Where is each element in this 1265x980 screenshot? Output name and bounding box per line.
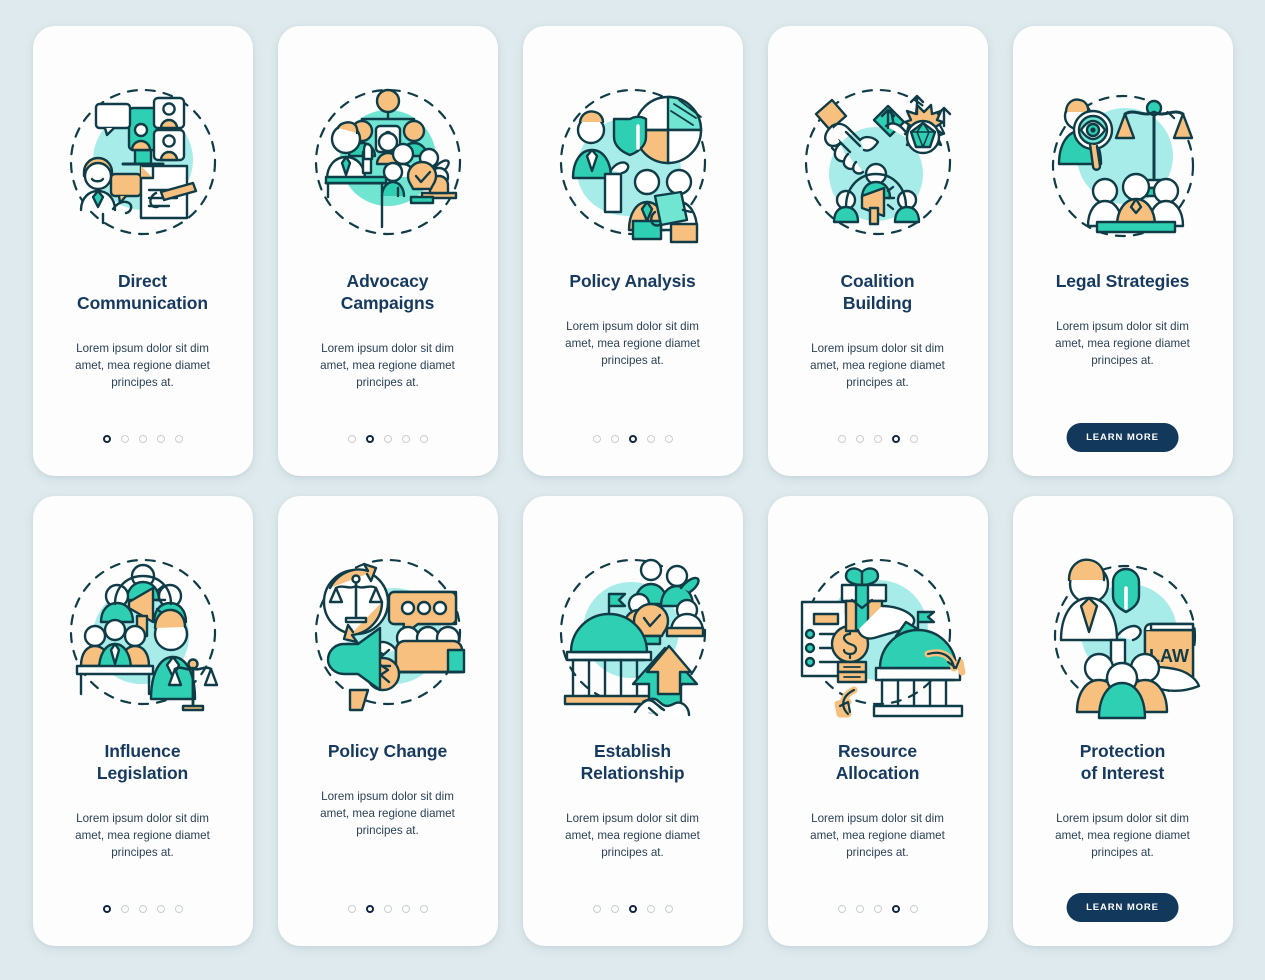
pagination-dot[interactable] <box>419 905 428 913</box>
pagination-dot[interactable] <box>909 905 918 913</box>
onboarding-card-direct-communication: Direct Communication Lorem ipsum dolor si… <box>32 26 253 476</box>
pagination-dot-active[interactable] <box>365 435 374 443</box>
card-title: Policy Analysis <box>569 271 696 291</box>
pagination-dot[interactable] <box>174 905 183 913</box>
pagination-dot[interactable] <box>837 435 846 443</box>
pagination-dot[interactable] <box>401 435 410 443</box>
onboarding-card-protection-of-interest: LAW Protection of Interest Lorem ipsum do… <box>1012 496 1233 946</box>
pagination-dot[interactable] <box>419 435 428 443</box>
pagination-dot[interactable] <box>646 905 655 913</box>
pagination-dot[interactable] <box>174 435 183 443</box>
direct-communication-illustration <box>53 74 233 254</box>
pagination-dot-active[interactable] <box>102 435 111 443</box>
pagination-dots <box>768 435 988 443</box>
card-title: Influence Legislation <box>96 741 189 784</box>
establish-relationship-illustration <box>543 544 723 724</box>
pagination-dot[interactable] <box>592 905 601 913</box>
card-description: Lorem ipsum dolor sit dim amet, mea regi… <box>565 812 700 859</box>
pagination-dot[interactable] <box>138 435 147 443</box>
onboarding-card-policy-analysis: Policy Analysis Lorem ipsum dolor sit dim… <box>522 26 743 476</box>
card-title: Advocacy Campaigns <box>340 271 435 314</box>
card-description: Lorem ipsum dolor sit dim amet, mea regi… <box>320 790 455 837</box>
policy-analysis-illustration <box>543 74 723 254</box>
onboarding-card-policy-change: Policy Change Lorem ipsum dolor sit dim a… <box>277 496 498 946</box>
advocacy-campaigns-illustration <box>298 74 478 254</box>
card-title: Resource Allocation <box>835 741 920 784</box>
pagination-dots <box>33 905 253 913</box>
card-description: Lorem ipsum dolor sit dim amet, mea regi… <box>320 342 455 389</box>
onboarding-screens-board: Direct Communication Lorem ipsum dolor si… <box>0 0 1265 980</box>
pagination-dot[interactable] <box>156 905 165 913</box>
pagination-dot[interactable] <box>120 905 129 913</box>
card-description: Lorem ipsum dolor sit dim amet, mea regi… <box>565 320 700 367</box>
policy-change-illustration <box>298 544 478 724</box>
pagination-dot-active[interactable] <box>102 905 111 913</box>
pagination-dot[interactable] <box>664 435 673 443</box>
onboarding-card-influence-legislation: Influence Legislation Lorem ipsum dolor s… <box>32 496 253 946</box>
pagination-dot[interactable] <box>138 905 147 913</box>
onboarding-card-legal-strategies: Legal Strategies Lorem ipsum dolor sit di… <box>1012 26 1233 476</box>
pagination-dot[interactable] <box>909 435 918 443</box>
card-title: Direct Communication <box>77 271 208 314</box>
onboarding-card-advocacy-campaigns: Advocacy Campaigns Lorem ipsum dolor sit … <box>277 26 498 476</box>
influence-legislation-illustration <box>53 544 233 724</box>
pagination-dot[interactable] <box>610 435 619 443</box>
pagination-dot[interactable] <box>347 905 356 913</box>
card-description: Lorem ipsum dolor sit dim amet, mea regi… <box>810 812 945 859</box>
pagination-dot-active[interactable] <box>628 435 637 443</box>
pagination-dot[interactable] <box>855 435 864 443</box>
card-title: Protection of Interest <box>1079 741 1166 784</box>
learn-more-button[interactable]: LEARN MORE <box>1066 893 1179 922</box>
card-title: Establish Relationship <box>580 741 685 784</box>
onboarding-card-establish-relationship: Establish Relationship Lorem ipsum dolor … <box>522 496 743 946</box>
pagination-dot[interactable] <box>120 435 129 443</box>
pagination-dot-active[interactable] <box>891 435 900 443</box>
pagination-dot[interactable] <box>610 905 619 913</box>
card-title: Policy Change <box>327 741 448 761</box>
card-description: Lorem ipsum dolor sit dim amet, mea regi… <box>810 342 945 389</box>
onboarding-card-resource-allocation: Resource Allocation Lorem ipsum dolor sit… <box>767 496 988 946</box>
pagination-dot-active[interactable] <box>628 905 637 913</box>
pagination-dot-active[interactable] <box>891 905 900 913</box>
card-description: Lorem ipsum dolor sit dim amet, mea regi… <box>75 812 210 859</box>
pagination-dot[interactable] <box>664 905 673 913</box>
card-title: Coalition Building <box>840 271 915 314</box>
pagination-dot[interactable] <box>855 905 864 913</box>
pagination-dots <box>523 905 743 913</box>
card-description: Lorem ipsum dolor sit dim amet, mea regi… <box>75 342 210 389</box>
pagination-dot[interactable] <box>347 435 356 443</box>
onboarding-card-coalition-building: Coalition Building Lorem ipsum dolor sit … <box>767 26 988 476</box>
coalition-building-illustration <box>788 74 968 254</box>
pagination-dot[interactable] <box>383 905 392 913</box>
pagination-dots <box>278 905 498 913</box>
pagination-dot[interactable] <box>646 435 655 443</box>
pagination-dot[interactable] <box>156 435 165 443</box>
pagination-dot[interactable] <box>873 905 882 913</box>
pagination-dots <box>33 435 253 443</box>
pagination-dot[interactable] <box>837 905 846 913</box>
pagination-dots <box>523 435 743 443</box>
pagination-dots <box>768 905 988 913</box>
card-title: Legal Strategies <box>1055 271 1190 291</box>
pagination-dot[interactable] <box>592 435 601 443</box>
card-description: Lorem ipsum dolor sit dim amet, mea regi… <box>1055 320 1190 367</box>
protection-of-interest-illustration: LAW <box>1033 544 1213 724</box>
pagination-dot[interactable] <box>873 435 882 443</box>
pagination-dot[interactable] <box>401 905 410 913</box>
pagination-dot[interactable] <box>383 435 392 443</box>
pagination-dot-active[interactable] <box>365 905 374 913</box>
resource-allocation-illustration <box>788 544 968 724</box>
legal-strategies-illustration <box>1033 74 1213 254</box>
card-description: Lorem ipsum dolor sit dim amet, mea regi… <box>1055 812 1190 859</box>
pagination-dots <box>278 435 498 443</box>
learn-more-button[interactable]: LEARN MORE <box>1066 423 1179 452</box>
